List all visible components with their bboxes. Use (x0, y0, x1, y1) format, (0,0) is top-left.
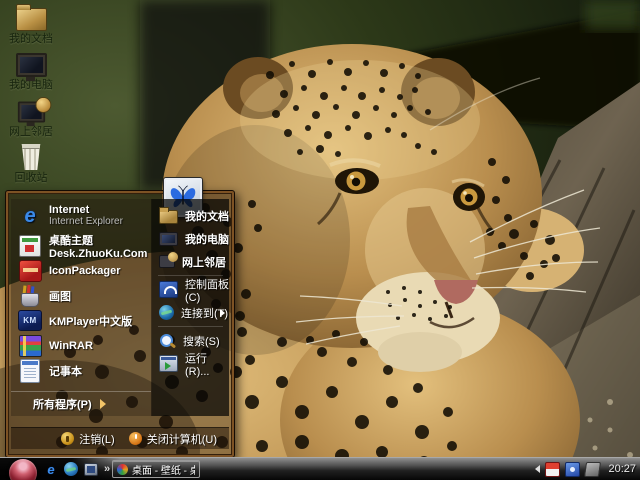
taskbar-window-button[interactable]: 桌面 - 壁纸 - 桌酷壁... (112, 460, 200, 478)
ie-glyph: e (47, 461, 55, 477)
zhuoku-app-icon (19, 234, 41, 257)
quick-launch-browser-globe-icon[interactable] (64, 462, 78, 476)
arrow-right-icon (99, 399, 106, 409)
menu-item-label: KMPlayer中文版 (49, 315, 133, 328)
menu-item-label: 运行(R)... (185, 352, 210, 378)
quick-launch-overflow-chevron[interactable]: » (104, 458, 110, 480)
recycle-bin-icon (21, 144, 41, 170)
taskbar: e » 桌面 - 壁纸 - 桌酷壁... 20:27 (0, 457, 640, 480)
paint-icon (18, 284, 42, 308)
computer-icon (15, 53, 47, 81)
menu-item-label: 控制面板(C) (185, 278, 229, 304)
system-tray: 20:27 (535, 458, 636, 480)
desktop-icon-my-computer[interactable]: 我的电脑 (2, 47, 60, 91)
menu-item-label: 记事本 (49, 365, 82, 378)
desktop-screen: 我的文档 我的电脑 网上邻居 回收站 e Internet Internet E… (0, 0, 640, 480)
start-menu-item-winrar[interactable]: WinRAR (11, 333, 151, 358)
menu-item-label: IconPackager (49, 264, 121, 277)
quick-launch-ie-icon[interactable]: e (44, 461, 58, 477)
start-menu-item-iconpackager[interactable]: IconPackager (11, 258, 151, 283)
log-off-icon (61, 432, 75, 445)
desktop-icon-label: 我的文档 (9, 33, 53, 45)
globe-icon (34, 97, 51, 113)
taskbar-clock: 20:27 (608, 463, 636, 475)
menu-item-label: WinRAR (49, 339, 93, 352)
start-menu-footer: 注销(L) 关闭计算机(U) (11, 427, 229, 449)
run-icon (159, 355, 178, 372)
iconpackager-icon (18, 259, 42, 282)
tray-input-method-icon[interactable] (584, 461, 602, 477)
start-menu-item-zhuoku[interactable]: 桌酷主题Desk.ZhuoKu.Com (11, 233, 151, 260)
menu-item-label: 搜索(S) (183, 335, 220, 348)
shut-down-icon (128, 432, 142, 445)
menu-item-label: 我的文档 (185, 210, 229, 223)
network-places-icon (159, 252, 178, 268)
log-off-label: 注销(L) (79, 433, 115, 446)
all-programs-label: 所有程序(P) (33, 399, 92, 411)
log-off-button[interactable]: 注销(L) (61, 431, 115, 447)
desktop-icon-my-documents[interactable]: 我的文档 (2, 1, 60, 45)
menu-item-label: 画图 (49, 290, 71, 303)
start-menu-item-network-places[interactable]: 网上邻居 (152, 250, 229, 273)
kmplayer-icon: KM (18, 310, 42, 331)
my-documents-icon (159, 206, 178, 224)
tray-collapse-chevron-icon[interactable] (535, 465, 541, 473)
taskbar-window-button-label: 桌面 - 壁纸 - 桌酷壁... (132, 465, 195, 477)
km-glyph: KM (23, 316, 37, 325)
desktop-icon-recycle-bin[interactable]: 回收站 (2, 140, 60, 184)
start-menu-item-my-documents[interactable]: 我的文档 (152, 204, 229, 227)
ie-glyph: e (24, 204, 36, 227)
all-programs-button[interactable]: 所有程序(P) (11, 391, 151, 416)
start-button[interactable] (9, 459, 37, 480)
menu-item-label: 网上邻居 (182, 256, 226, 269)
tray-app-icon-red[interactable] (545, 461, 561, 477)
zhuoku-pinwheel-icon (117, 463, 128, 475)
start-menu-item-connect-to[interactable]: 连接到(T) (152, 301, 229, 324)
control-panel-icon (159, 281, 178, 298)
quick-launch-bar: e » (44, 458, 110, 480)
start-menu: e Internet Internet Explorer 桌酷主题Desk.Zh… (5, 178, 235, 458)
start-menu-item-notepad[interactable]: 记事本 (11, 358, 151, 383)
menu-item-label: 桌酷主题Desk.ZhuoKu.Com (49, 234, 148, 260)
start-menu-item-paint[interactable]: 画图 (11, 283, 151, 308)
start-menu-item-run[interactable]: 运行(R)... (152, 352, 229, 378)
start-menu-pinned-list: e Internet Internet Explorer 桌酷主题Desk.Zh… (11, 199, 152, 416)
start-menu-item-kmplayer[interactable]: KM KMPlayer中文版 (11, 308, 151, 333)
internet-explorer-icon: e (18, 204, 42, 228)
submenu-arrow-icon (220, 308, 225, 317)
menu-item-label: 我的电脑 (185, 233, 229, 246)
shut-down-label: 关闭计算机(U) (146, 433, 217, 446)
connect-to-icon (159, 305, 174, 320)
winrar-icon (18, 334, 42, 357)
quick-launch-show-desktop-icon[interactable] (84, 462, 98, 476)
network-icon (17, 97, 51, 127)
search-icon (159, 333, 176, 348)
my-computer-icon (159, 231, 178, 246)
desktop-icon-network-places[interactable]: 网上邻居 (2, 94, 60, 138)
start-menu-places-list: 我的文档 我的电脑 网上邻居 控制面板(C) 连接到(T) 搜索(S) 运行(R… (152, 199, 229, 416)
start-menu-item-internet[interactable]: e Internet Internet Explorer (11, 199, 151, 233)
tray-app-icon-blue[interactable] (565, 461, 581, 477)
notepad-icon (20, 358, 40, 383)
desktop-icon-label: 网上邻居 (9, 126, 53, 138)
folder-icon (15, 4, 47, 31)
menu-separator (158, 326, 223, 327)
start-menu-item-control-panel[interactable]: 控制面板(C) (152, 278, 229, 304)
desktop-icon-label: 回收站 (14, 172, 48, 184)
shut-down-button[interactable]: 关闭计算机(U) (128, 431, 217, 447)
menu-item-sublabel: Internet Explorer (49, 216, 123, 227)
start-menu-item-my-computer[interactable]: 我的电脑 (152, 227, 229, 250)
menu-item-label: Internet (49, 204, 90, 216)
